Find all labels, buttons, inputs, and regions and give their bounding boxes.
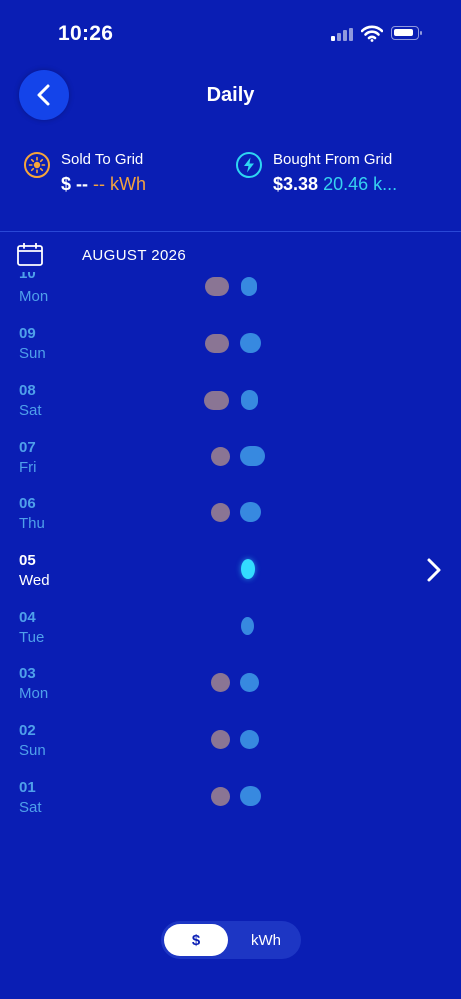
toggle-dollar-button[interactable]: $ — [164, 924, 228, 956]
cellular-signal-icon — [331, 28, 353, 41]
day-name: Tue — [19, 629, 45, 646]
day-number: 08 — [19, 382, 36, 399]
sold-dot — [204, 391, 229, 410]
sold-dot — [211, 787, 230, 806]
bought-dot — [241, 617, 254, 635]
lightning-bolt-icon — [236, 152, 262, 178]
sold-dot — [211, 503, 230, 522]
bought-dot — [240, 502, 261, 522]
bought-dot — [241, 277, 257, 296]
day-name: Thu — [19, 515, 45, 532]
day-number: 03 — [19, 665, 36, 682]
day-number: 02 — [19, 722, 36, 739]
bought-dot — [240, 786, 261, 806]
bought-dot — [240, 730, 259, 749]
sold-to-grid-label: Sold To Grid — [61, 151, 144, 168]
day-name-selected: Wed — [19, 572, 50, 589]
bought-kwh: 20.46 k... — [323, 174, 398, 194]
day-number-selected: 05 — [19, 552, 36, 569]
bought-from-grid-label: Bought From Grid — [273, 151, 393, 168]
day-name: Fri — [19, 459, 37, 476]
calendar-icon[interactable] — [17, 243, 43, 266]
day-number: 06 — [19, 495, 36, 512]
bought-dot — [241, 390, 258, 410]
sold-dot — [211, 673, 230, 692]
day-name: Sat — [19, 799, 42, 816]
day-number: 04 — [19, 609, 36, 626]
sold-dot — [205, 277, 229, 296]
battery-icon — [391, 26, 422, 40]
day-list: 10 Mon 09 Sun 08 Sat 07 Fri 06 Thu 05 We… — [0, 272, 461, 832]
sold-dot — [211, 730, 230, 749]
bought-from-grid-value: $3.38 20.46 k... — [273, 174, 397, 195]
wifi-icon — [361, 25, 383, 42]
month-label: AUGUST 2026 — [82, 247, 187, 264]
page-title: Daily — [206, 84, 255, 106]
bought-dot — [240, 333, 261, 353]
day-name: Sun — [19, 345, 46, 362]
toggle-kwh-button[interactable]: kWh — [236, 924, 296, 956]
day-name: Sun — [19, 742, 46, 759]
day-number: 07 — [19, 439, 36, 456]
sun-icon — [24, 152, 50, 178]
day-number: 01 — [19, 779, 36, 796]
sold-to-grid-value: $ -- -- kWh — [61, 174, 146, 195]
day-number: 10 — [19, 272, 36, 282]
sold-dot — [205, 334, 229, 353]
day-number: 09 — [19, 325, 36, 342]
day-name: Mon — [19, 288, 49, 305]
bought-dot — [240, 673, 259, 692]
day-name: Sat — [19, 402, 42, 419]
selected-bought-dot — [241, 559, 255, 579]
chevron-right-icon[interactable] — [424, 557, 446, 583]
sold-kwh: -- kWh — [93, 174, 147, 194]
sold-amount: $ -- — [61, 174, 88, 194]
day-name: Mon — [19, 685, 49, 702]
sold-dot — [211, 447, 230, 466]
divider — [0, 231, 461, 232]
status-time: 10:26 — [58, 22, 114, 45]
bought-amount: $3.38 — [273, 174, 319, 194]
bought-dot — [240, 446, 265, 466]
